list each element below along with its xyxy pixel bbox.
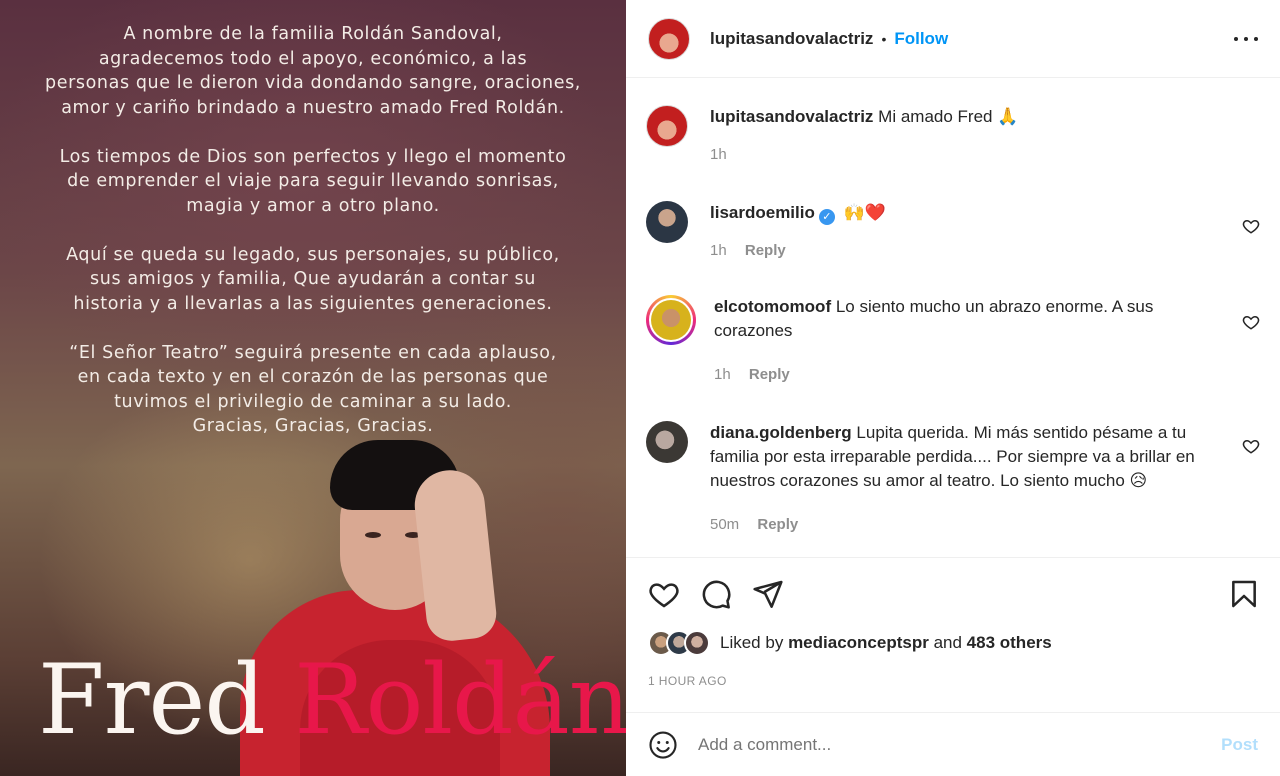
tribute-paragraph-1: A nombre de la familia Roldán Sandoval, … <box>45 24 581 118</box>
comment-item: diana.goldenberg Lupita querida. Mi más … <box>646 421 1260 537</box>
likes-prefix: Liked by <box>720 633 784 652</box>
post-timestamp[interactable]: 1 HOUR AGO <box>648 674 727 688</box>
comment-like-heart-icon[interactable] <box>1242 313 1260 331</box>
comment-meta: 1h Reply <box>710 239 1210 263</box>
author-username[interactable]: lupitasandovalactriz <box>710 29 873 49</box>
comment-like-heart-icon[interactable] <box>1242 217 1260 235</box>
reply-button[interactable]: Reply <box>749 366 790 383</box>
likes-others[interactable]: 483 others <box>967 633 1052 653</box>
comment-item: elcotomomoof Lo siento mucho un abrazo e… <box>646 295 1260 387</box>
likes-summary[interactable]: Liked by mediaconceptspr and 483 others <box>648 630 1052 656</box>
comment-input[interactable] <box>698 734 1210 755</box>
comment-username[interactable]: diana.goldenberg <box>710 423 852 442</box>
emoji-icon[interactable] <box>648 730 678 760</box>
name-title: Fred Roldán <box>38 640 626 760</box>
comment-time[interactable]: 50m <box>710 516 739 533</box>
post-actions <box>648 578 1260 610</box>
comment-avatar[interactable] <box>651 300 691 340</box>
comment-username[interactable]: lisardoemilio <box>710 203 815 222</box>
caption-avatar[interactable] <box>646 105 688 147</box>
caption: lupitasandovalactriz Mi amado Fred 🙏 1h <box>646 105 1260 167</box>
tribute-paragraph-4: “El Señor Teatro” seguirá presente en ca… <box>69 342 557 437</box>
comment-avatar[interactable] <box>646 201 688 243</box>
comment-like-heart-icon[interactable] <box>1242 437 1260 455</box>
likes-joiner: and <box>933 633 962 652</box>
author-avatar[interactable] <box>648 17 690 60</box>
bookmark-icon[interactable] <box>1228 578 1260 610</box>
caption-text: Mi amado Fred 🙏 <box>878 107 1019 126</box>
add-comment-bar: Post <box>626 712 1280 776</box>
reply-button[interactable]: Reply <box>745 242 786 259</box>
more-options-icon[interactable] <box>1234 27 1258 51</box>
name-last: Roldán <box>294 644 626 756</box>
post-comment-button[interactable]: Post <box>1221 735 1258 755</box>
comment-avatar[interactable] <box>646 421 688 463</box>
comment-meta: 50m Reply <box>710 513 1210 537</box>
comment-text: 🙌❤️ <box>843 203 886 222</box>
header-separator: • <box>881 30 887 47</box>
caption-username[interactable]: lupitasandovalactriz <box>710 107 873 126</box>
follow-button[interactable]: Follow <box>894 29 948 49</box>
post-header: lupitasandovalactriz • Follow <box>626 0 1280 78</box>
comment-time[interactable]: 1h <box>714 366 731 383</box>
name-first: Fred <box>38 644 266 756</box>
verified-badge-icon: ✓ <box>818 209 835 225</box>
likes-user[interactable]: mediaconceptspr <box>788 633 929 653</box>
post-image[interactable]: A nombre de la familia Roldán Sandoval, … <box>0 0 626 776</box>
story-ring[interactable] <box>646 295 696 345</box>
comment-time[interactable]: 1h <box>710 242 727 259</box>
comment-username[interactable]: elcotomomoof <box>714 297 831 316</box>
caption-meta: 1h <box>710 143 1210 167</box>
caption-time[interactable]: 1h <box>710 146 727 163</box>
tribute-paragraph-2: Los tiempos de Dios son perfectos y lleg… <box>59 146 567 216</box>
comment-item: lisardoemilio ✓ 🙌❤️ 1h Reply <box>646 201 1260 263</box>
comment-meta: 1h Reply <box>714 363 1214 387</box>
tribute-text: A nombre de la familia Roldán Sandoval, … <box>0 22 626 439</box>
reply-button[interactable]: Reply <box>757 516 798 533</box>
post-side-panel: lupitasandovalactriz • Follow lupitasand… <box>626 0 1280 776</box>
like-heart-icon[interactable] <box>648 578 680 610</box>
comment-bubble-icon[interactable] <box>700 578 732 610</box>
comments-list[interactable]: lupitasandovalactriz Mi amado Fred 🙏 1h … <box>626 79 1280 558</box>
share-send-icon[interactable] <box>752 578 784 610</box>
tribute-paragraph-3: Aquí se queda su legado, sus personajes,… <box>66 244 560 314</box>
liker-avatar <box>684 630 710 656</box>
liker-avatars <box>648 630 710 656</box>
portrait-eye-left <box>365 532 381 538</box>
